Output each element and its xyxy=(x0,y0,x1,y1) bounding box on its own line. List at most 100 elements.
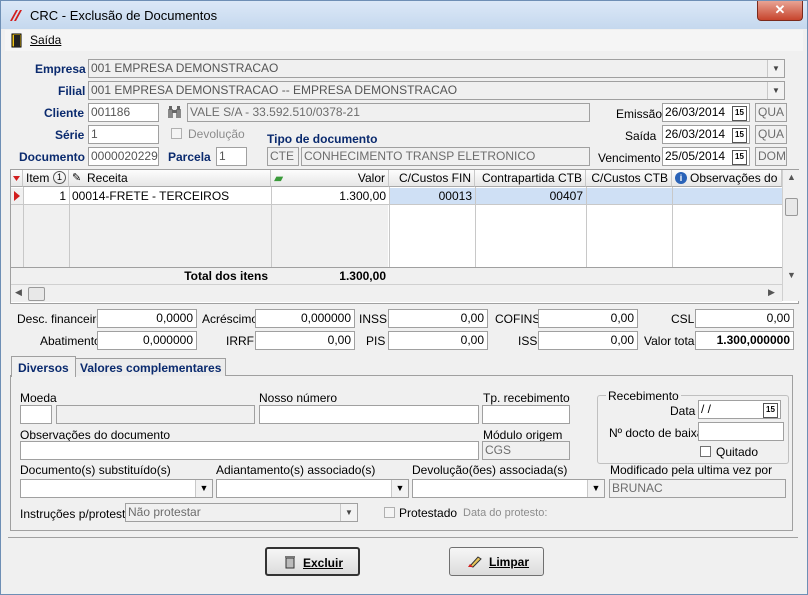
scroll-thumb[interactable] xyxy=(785,198,798,216)
binoculars-icon[interactable] xyxy=(167,105,183,119)
recebimento-data-value: / / xyxy=(701,402,712,416)
scroll-down-icon[interactable]: ▼ xyxy=(787,270,796,280)
chevron-down-icon[interactable]: ▼ xyxy=(391,480,408,497)
emissao-date-input[interactable]: 26/03/2014 15 xyxy=(662,103,750,122)
col-divider xyxy=(586,187,587,267)
saida-date-input[interactable]: 26/03/2014 15 xyxy=(662,125,750,144)
devolucao-assoc-select[interactable]: ▼ xyxy=(412,479,605,498)
col-ccctb-header[interactable]: C/Custos CTB xyxy=(586,170,672,187)
quitado-label: Quitado xyxy=(716,445,759,459)
valor-total-label: Valor total xyxy=(644,334,698,348)
inss-input[interactable]: 0,00 xyxy=(388,309,488,328)
abatimento-input[interactable]: 0,000000 xyxy=(97,331,197,350)
menu-exit[interactable]: Saída xyxy=(30,33,61,47)
total-value: 1.300,00 xyxy=(339,269,386,283)
col-receita-header[interactable]: ✎ Receita xyxy=(69,170,271,187)
cliente-name-field: VALE S/A - 33.592.510/0378-21 xyxy=(187,103,590,122)
csl-input[interactable]: 0,00 xyxy=(695,309,794,328)
quitado-checkbox[interactable] xyxy=(700,446,711,457)
protestado-checkbox[interactable] xyxy=(384,507,395,518)
close-button[interactable]: ✕ xyxy=(757,1,803,21)
doc-subst-select[interactable]: ▼ xyxy=(20,479,213,498)
scroll-left-icon[interactable]: ◀ xyxy=(15,287,22,298)
excluir-button[interactable]: Excluir xyxy=(265,547,360,576)
limpar-button[interactable]: Limpar xyxy=(449,547,544,576)
col-obs-header[interactable]: i Observações do it xyxy=(672,170,782,187)
moeda-code-input[interactable] xyxy=(20,405,52,424)
grid-footer: Total dos itens 1.300,00 xyxy=(11,267,782,284)
abatimento-label: Abatimento xyxy=(40,334,101,348)
irrf-label: IRRF xyxy=(226,334,254,348)
chevron-down-icon[interactable]: ▼ xyxy=(767,82,784,99)
cell-ccfin: 00013 xyxy=(389,188,475,204)
tab-valores-complementares[interactable]: Valores complementares xyxy=(75,358,226,376)
devolucao-checkbox[interactable] xyxy=(171,128,182,139)
cofins-input[interactable]: 0,00 xyxy=(538,309,638,328)
tp-recebimento-input[interactable] xyxy=(482,405,570,424)
pis-input[interactable]: 0,00 xyxy=(388,331,488,350)
acrescimo-input[interactable]: 0,000000 xyxy=(255,309,355,328)
irrf-input[interactable]: 0,00 xyxy=(255,331,355,350)
csl-label: CSL xyxy=(671,312,695,326)
cell-obs xyxy=(672,188,782,204)
chevron-down-icon[interactable]: ▼ xyxy=(587,480,604,497)
docto-baixa-label: Nº docto de baixa xyxy=(609,426,704,440)
empresa-select[interactable]: 001 EMPRESA DEMONSTRACAO ▼ xyxy=(88,59,785,78)
saida-label: Saída xyxy=(625,129,657,143)
footer-divider xyxy=(8,537,798,538)
serie-input[interactable]: 1 xyxy=(88,125,159,144)
calendar-icon[interactable]: 15 xyxy=(732,106,747,121)
cell-receita: 00014-FRETE - TERCEIROS xyxy=(72,189,230,203)
modulo-origem-field: CGS xyxy=(482,441,570,460)
vencimento-date-input[interactable]: 25/05/2014 15 xyxy=(662,147,750,166)
col-divider xyxy=(23,187,24,267)
chevron-down-icon[interactable]: ▼ xyxy=(767,60,784,77)
scroll-up-icon[interactable]: ▲ xyxy=(787,172,796,182)
parcela-input[interactable]: 1 xyxy=(216,147,247,166)
obs-doc-input[interactable] xyxy=(20,441,479,460)
col-item-header[interactable]: Item 1 xyxy=(23,170,69,187)
table-row[interactable]: 1 00014-FRETE - TERCEIROS 1.300,00 00013… xyxy=(23,188,782,204)
calendar-icon[interactable]: 15 xyxy=(732,150,747,165)
calendar-icon[interactable]: 15 xyxy=(732,128,747,143)
recebimento-data-input[interactable]: / / 15 xyxy=(698,400,781,419)
col-valor-header[interactable]: ▰ Valor xyxy=(271,170,389,187)
col-divider xyxy=(672,187,673,267)
valor-total-field: 1.300,000000 xyxy=(695,331,794,350)
col-ccfin-header[interactable]: C/Custos FIN xyxy=(389,170,475,187)
col-contrapartida-label: Contrapartida CTB xyxy=(481,171,582,185)
tab-diversos[interactable]: Diversos xyxy=(11,356,76,377)
iss-input[interactable]: 0,00 xyxy=(538,331,638,350)
obs-doc-label: Observações do documento xyxy=(20,428,171,442)
parcela-label: Parcela xyxy=(168,150,211,164)
filial-select[interactable]: 001 EMPRESA DEMONSTRACAO -- EMPRESA DEMO… xyxy=(88,81,785,100)
instrucoes-select[interactable]: Não protestar ▼ xyxy=(125,503,358,522)
documento-label: Documento xyxy=(19,150,85,164)
chevron-down-icon[interactable]: ▼ xyxy=(195,480,212,497)
modulo-origem-label: Módulo origem xyxy=(483,428,563,442)
horizontal-scrollbar[interactable]: ◀ ▶ xyxy=(11,284,782,302)
limpar-label: Limpar xyxy=(489,555,530,569)
emissao-weekday: QUA xyxy=(755,103,787,122)
cliente-code-input[interactable]: 001186 xyxy=(88,103,159,122)
devolucao-assoc-label: Devolução(ões) associada(s) xyxy=(412,463,568,477)
calendar-icon[interactable]: 15 xyxy=(763,403,778,418)
vencimento-weekday: DOM xyxy=(755,147,787,166)
vertical-scrollbar[interactable]: ▲ ▼ xyxy=(782,170,799,301)
col-contrapartida-header[interactable]: Contrapartida CTB xyxy=(475,170,586,187)
nosso-numero-input[interactable] xyxy=(259,405,479,424)
nosso-numero-label: Nosso número xyxy=(259,391,338,405)
tab-diversos-label: Diversos xyxy=(18,361,69,375)
empresa-value: 001 EMPRESA DEMONSTRACAO xyxy=(91,61,279,75)
items-grid[interactable]: Item 1 ✎ Receita ▰ Valor C/Custos FIN Contr… xyxy=(10,169,799,304)
chevron-down-icon[interactable]: ▼ xyxy=(340,504,357,521)
scroll-right-icon[interactable]: ▶ xyxy=(768,287,775,298)
serie-label: Série xyxy=(55,128,85,142)
documento-input[interactable]: 0000020229 xyxy=(88,147,159,166)
scroll-thumb[interactable] xyxy=(28,287,45,301)
desc-fin-input[interactable]: 0,0000 xyxy=(97,309,197,328)
adiantamento-select[interactable]: ▼ xyxy=(216,479,409,498)
title-bar[interactable]: CRC - Exclusão de Documentos ✕ xyxy=(1,1,807,29)
edit-pencil-icon: ✎ xyxy=(72,172,82,184)
docto-baixa-input[interactable] xyxy=(698,422,784,441)
